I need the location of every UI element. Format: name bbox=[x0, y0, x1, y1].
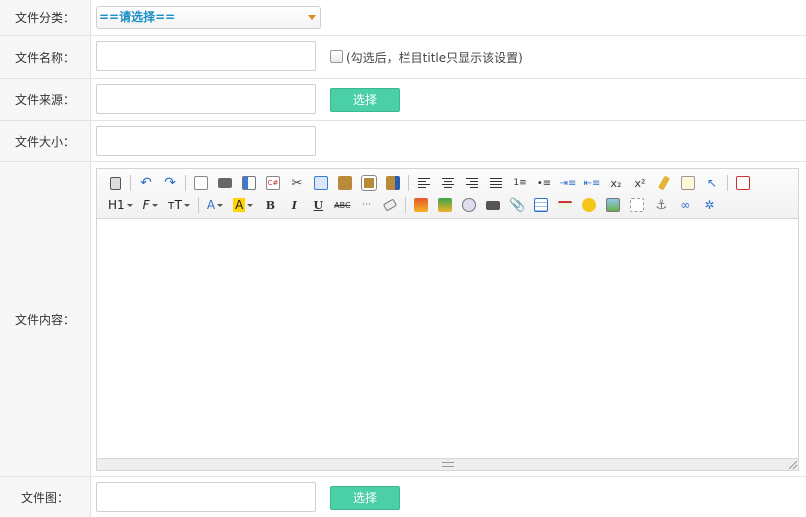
flash-icon[interactable] bbox=[457, 195, 481, 215]
content-label: 文件内容： bbox=[0, 162, 91, 476]
row-name: 文件名称： (勾选后，栏目title只显示该设置) bbox=[0, 36, 806, 79]
align-center-icon[interactable] bbox=[436, 173, 460, 193]
name-label: 文件名称： bbox=[0, 36, 91, 78]
row-source: 文件来源： 选择 bbox=[0, 79, 806, 121]
file-form: 文件分类： ==请选择== 文件名称： (勾选后，栏目title只显示该设置) … bbox=[0, 0, 806, 517]
dropdown-arrow-icon bbox=[308, 15, 316, 20]
row-content: 文件内容： ↶ ↷ C# ✂ 1≡ •≡ ⇥≡ ⇤≡ x₂ x² ↖ H1 F … bbox=[0, 162, 806, 477]
eraser-icon[interactable] bbox=[378, 195, 402, 215]
strikethrough-icon[interactable]: ABC bbox=[330, 195, 354, 215]
category-select[interactable]: ==请选择== bbox=[96, 6, 321, 29]
page-break-icon[interactable] bbox=[625, 195, 649, 215]
table-icon[interactable] bbox=[529, 195, 553, 215]
unordered-list-icon[interactable]: •≡ bbox=[532, 173, 556, 193]
redo-icon[interactable]: ↷ bbox=[158, 173, 182, 193]
align-right-icon[interactable] bbox=[460, 173, 484, 193]
name-input[interactable] bbox=[96, 41, 316, 71]
horizontal-rule-icon[interactable]: ⋯ bbox=[354, 195, 378, 215]
ordered-list-icon[interactable]: 1≡ bbox=[508, 173, 532, 193]
image-label: 文件图： bbox=[0, 477, 91, 517]
size-label: 文件大小： bbox=[0, 121, 91, 161]
unlink-icon[interactable]: ✲ bbox=[697, 195, 721, 215]
clear-format-icon[interactable] bbox=[652, 173, 676, 193]
editor-toolbar: ↶ ↷ C# ✂ 1≡ •≡ ⇥≡ ⇤≡ x₂ x² ↖ H1 F тT A A… bbox=[97, 169, 798, 219]
background-color-dropdown[interactable]: A bbox=[228, 195, 258, 215]
rich-text-editor: ↶ ↷ C# ✂ 1≡ •≡ ⇥≡ ⇤≡ x₂ x² ↖ H1 F тT A A… bbox=[96, 168, 799, 471]
paste-icon[interactable] bbox=[333, 173, 357, 193]
font-family-dropdown[interactable]: F bbox=[138, 195, 163, 215]
emoticon-icon[interactable] bbox=[577, 195, 601, 215]
superscript-icon[interactable]: x² bbox=[628, 173, 652, 193]
title-only-checkbox[interactable] bbox=[330, 50, 343, 63]
fullscreen-icon[interactable] bbox=[731, 173, 755, 193]
title-only-checkbox-label: (勾选后，栏目title只显示该设置) bbox=[346, 51, 523, 65]
insert-image-icon[interactable] bbox=[409, 195, 433, 215]
cut-icon[interactable]: ✂ bbox=[285, 173, 309, 193]
source-code-icon[interactable] bbox=[103, 173, 127, 193]
image-select-button[interactable]: 选择 bbox=[330, 486, 400, 510]
code-icon[interactable]: C# bbox=[261, 173, 285, 193]
category-label: 文件分类： bbox=[0, 0, 91, 35]
row-size: 文件大小： bbox=[0, 121, 806, 162]
subscript-icon[interactable]: x₂ bbox=[604, 173, 628, 193]
align-left-icon[interactable] bbox=[412, 173, 436, 193]
select-all-icon[interactable]: ↖ bbox=[700, 173, 724, 193]
picture-icon[interactable] bbox=[601, 195, 625, 215]
resize-corner-icon[interactable] bbox=[789, 461, 797, 469]
paste-text-icon[interactable] bbox=[357, 173, 381, 193]
underline-icon[interactable]: U bbox=[306, 195, 330, 215]
source-select-button[interactable]: 选择 bbox=[330, 88, 400, 112]
editor-statusbar bbox=[97, 458, 798, 470]
heading-dropdown[interactable]: H1 bbox=[103, 195, 138, 215]
outdent-icon[interactable]: ⇤≡ bbox=[580, 173, 604, 193]
copy-icon[interactable] bbox=[309, 173, 333, 193]
resize-grip-icon[interactable] bbox=[442, 462, 454, 467]
preview-icon[interactable] bbox=[189, 173, 213, 193]
image-input[interactable] bbox=[96, 482, 316, 512]
link-icon[interactable]: ∞ bbox=[673, 195, 697, 215]
attachment-icon[interactable]: 📎 bbox=[505, 195, 529, 215]
size-input[interactable] bbox=[96, 126, 316, 156]
quick-format-icon[interactable] bbox=[676, 173, 700, 193]
print-icon[interactable] bbox=[213, 173, 237, 193]
category-selected-value: ==请选择== bbox=[99, 10, 176, 24]
source-input[interactable] bbox=[96, 84, 316, 114]
video-icon[interactable] bbox=[481, 195, 505, 215]
align-justify-icon[interactable] bbox=[484, 173, 508, 193]
paste-word-icon[interactable] bbox=[381, 173, 405, 193]
row-image: 文件图： 选择 bbox=[0, 477, 806, 517]
indent-icon[interactable]: ⇥≡ bbox=[556, 173, 580, 193]
font-color-dropdown[interactable]: A bbox=[202, 195, 228, 215]
editor-content-area[interactable] bbox=[97, 219, 798, 458]
bold-icon[interactable]: B bbox=[258, 195, 282, 215]
multi-image-icon[interactable] bbox=[433, 195, 457, 215]
row-category: 文件分类： ==请选择== bbox=[0, 0, 806, 36]
anchor-icon[interactable]: ⚓ bbox=[649, 195, 673, 215]
italic-icon[interactable]: I bbox=[282, 195, 306, 215]
undo-icon[interactable]: ↶ bbox=[134, 173, 158, 193]
font-size-dropdown[interactable]: тT bbox=[163, 195, 195, 215]
insert-row-icon[interactable] bbox=[553, 195, 577, 215]
template-icon[interactable] bbox=[237, 173, 261, 193]
source-label: 文件来源： bbox=[0, 79, 91, 120]
